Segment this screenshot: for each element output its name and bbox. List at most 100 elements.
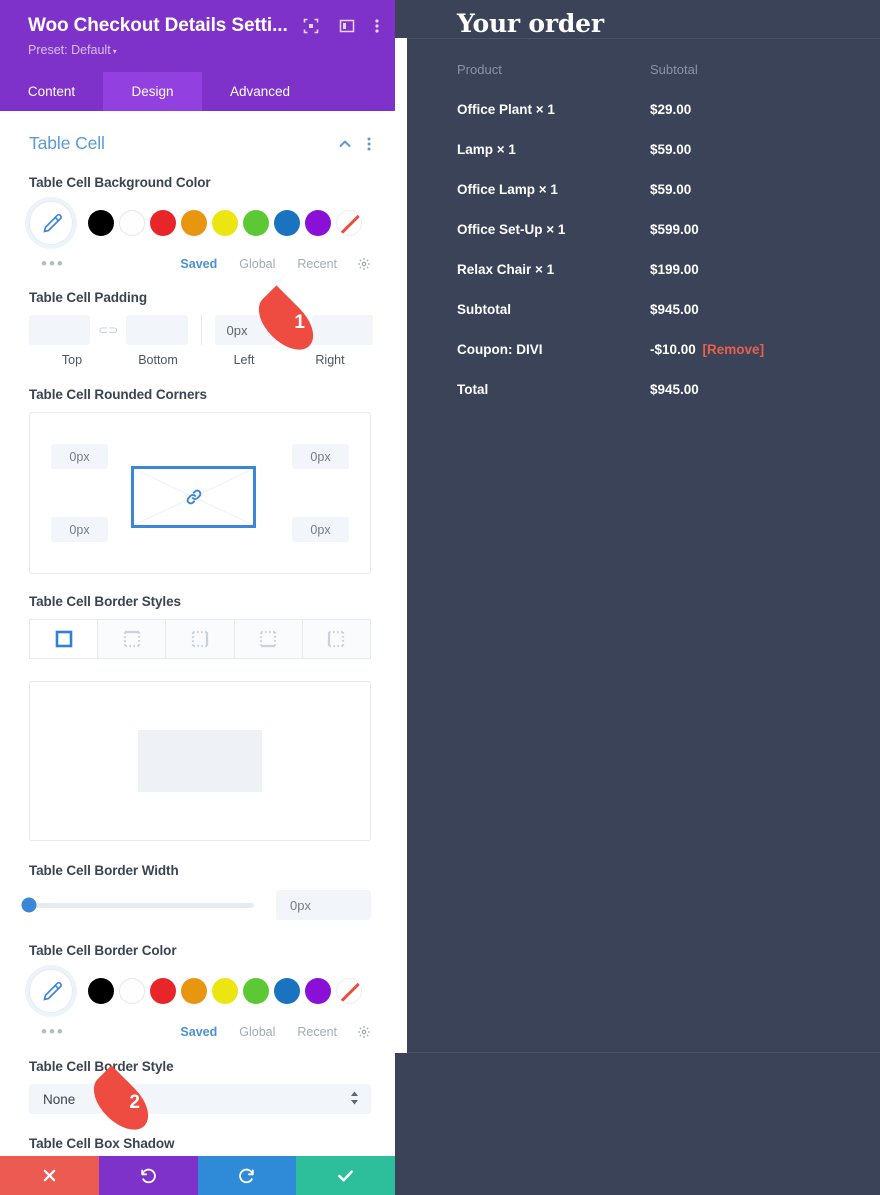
order-row-amount-value: $59.00 bbox=[650, 142, 692, 157]
padding-left-label: Left bbox=[233, 353, 255, 367]
swatch-blue[interactable] bbox=[274, 210, 300, 236]
color-tab-recent[interactable]: Recent bbox=[297, 1025, 337, 1039]
order-row-product: Lamp × 1 bbox=[457, 142, 516, 157]
padding-top-field[interactable] bbox=[29, 315, 91, 345]
close-button[interactable] bbox=[0, 1156, 99, 1195]
link-icon[interactable]: ⊂⊃ bbox=[90, 323, 126, 337]
color-tab-global[interactable]: Global bbox=[239, 257, 275, 271]
divider bbox=[200, 315, 202, 345]
swatch-white[interactable] bbox=[119, 210, 145, 236]
eyedropper-icon[interactable] bbox=[29, 201, 73, 245]
swatch-purple[interactable] bbox=[305, 978, 331, 1004]
swatch-green[interactable] bbox=[243, 210, 269, 236]
tab-content[interactable]: Content bbox=[0, 72, 103, 111]
swatch-transparent[interactable] bbox=[336, 978, 362, 1004]
header-product: Product bbox=[457, 62, 502, 77]
redo-button[interactable] bbox=[197, 1156, 297, 1195]
color-tab-saved[interactable]: Saved bbox=[180, 257, 217, 271]
border-style-bottom-side[interactable] bbox=[234, 619, 303, 659]
border-style-all-sides[interactable] bbox=[29, 619, 99, 659]
order-row-amount: $599.00 bbox=[650, 222, 699, 237]
corners-preview bbox=[131, 466, 256, 528]
swatch-yellow[interactable] bbox=[212, 978, 238, 1004]
border-style-select[interactable]: None bbox=[29, 1084, 371, 1114]
border-width-control: 0px bbox=[21, 890, 371, 920]
ellipsis-icon[interactable]: ••• bbox=[29, 255, 158, 272]
chevron-down-icon: ▾ bbox=[112, 47, 117, 56]
coupon-remove-link[interactable]: [Remove] bbox=[699, 342, 765, 357]
border-style-right-side[interactable] bbox=[166, 619, 235, 659]
swatch-white[interactable] bbox=[119, 978, 145, 1004]
padding-bottom-field[interactable] bbox=[126, 315, 188, 345]
color-tab-saved[interactable]: Saved bbox=[180, 1025, 217, 1039]
eyedropper-icon[interactable] bbox=[29, 969, 73, 1013]
order-row-amount-value: $29.00 bbox=[650, 102, 692, 117]
border-width-value[interactable]: 0px bbox=[276, 890, 371, 920]
background-color-swatches bbox=[29, 201, 371, 245]
save-button[interactable] bbox=[296, 1156, 395, 1195]
tab-design[interactable]: Design bbox=[103, 72, 202, 111]
color-tab-global[interactable]: Global bbox=[239, 1025, 275, 1039]
section-menu-vertical-dots-icon[interactable] bbox=[367, 136, 371, 152]
order-row-amount-value: $945.00 bbox=[650, 382, 699, 397]
order-row-product: Total bbox=[457, 382, 489, 397]
gear-icon[interactable] bbox=[357, 257, 371, 271]
order-row-product: Office Lamp × 1 bbox=[457, 182, 558, 197]
swatch-blue[interactable] bbox=[274, 978, 300, 1004]
vertical-dots-icon[interactable] bbox=[375, 18, 379, 34]
panel-layout-icon[interactable] bbox=[339, 18, 355, 34]
section-header-table-cell[interactable]: Table Cell bbox=[0, 111, 395, 154]
swatch-red[interactable] bbox=[150, 210, 176, 236]
section-title: Table Cell bbox=[29, 133, 105, 153]
order-row-amount-value: $59.00 bbox=[650, 182, 692, 197]
corner-bottom-right-field[interactable]: 0px bbox=[292, 517, 349, 542]
label-table-cell-border-width: Table Cell Border Width bbox=[29, 863, 179, 878]
label-table-cell-border-styles: Table Cell Border Styles bbox=[29, 594, 181, 609]
slider-handle[interactable] bbox=[21, 897, 37, 913]
order-row-amount: $59.00 bbox=[650, 142, 691, 157]
border-width-slider[interactable] bbox=[21, 897, 254, 913]
order-row-product: Office Plant × 1 bbox=[457, 102, 555, 117]
swatch-transparent[interactable] bbox=[336, 210, 362, 236]
link-icon[interactable] bbox=[184, 488, 203, 507]
order-row-amount: $945.00 bbox=[650, 382, 699, 397]
corner-top-right-field[interactable]: 0px bbox=[292, 444, 349, 469]
order-row-product: Office Set-Up × 1 bbox=[457, 222, 566, 237]
settings-action-bar bbox=[0, 1156, 395, 1195]
swatch-purple[interactable] bbox=[305, 210, 331, 236]
swatch-yellow[interactable] bbox=[212, 210, 238, 236]
chevron-up-icon[interactable] bbox=[337, 136, 353, 152]
border-style-top-side[interactable] bbox=[98, 619, 167, 659]
underlying-page-card bbox=[395, 38, 407, 1053]
swatch-black[interactable] bbox=[88, 978, 114, 1004]
preset-selector[interactable]: Preset: Default ▾ bbox=[28, 43, 379, 57]
order-row-product: Relax Chair × 1 bbox=[457, 262, 555, 277]
settings-tab-bar: Content Design Advanced bbox=[0, 72, 395, 111]
order-row: Coupon: DIVI -$10.00 [Remove] bbox=[457, 342, 857, 357]
swatch-green[interactable] bbox=[243, 978, 269, 1004]
ellipsis-icon[interactable]: ••• bbox=[29, 1023, 158, 1040]
order-row-amount-value: -$10.00 bbox=[650, 342, 696, 357]
border-style-left-side[interactable] bbox=[302, 619, 372, 659]
module-settings-panel: Woo Checkout Details Setti... Preset: De… bbox=[0, 0, 395, 1195]
order-row: Subtotal $945.00 bbox=[457, 302, 857, 317]
undo-button[interactable] bbox=[98, 1156, 198, 1195]
corner-top-left-field[interactable]: 0px bbox=[51, 444, 108, 469]
gear-icon[interactable] bbox=[357, 1025, 371, 1039]
swatch-orange[interactable] bbox=[181, 978, 207, 1004]
label-table-cell-padding: Table Cell Padding bbox=[29, 290, 147, 305]
swatch-red[interactable] bbox=[150, 978, 176, 1004]
padding-right-field[interactable] bbox=[311, 315, 374, 345]
select-arrows-icon bbox=[350, 1091, 359, 1107]
order-row: Lamp × 1 $59.00 bbox=[457, 142, 857, 157]
swatch-orange[interactable] bbox=[181, 210, 207, 236]
order-row: Office Set-Up × 1 $599.00 bbox=[457, 222, 857, 237]
corner-bottom-left-field[interactable]: 0px bbox=[51, 517, 108, 542]
expand-icon[interactable] bbox=[303, 18, 319, 34]
label-table-cell-rounded-corners: Table Cell Rounded Corners bbox=[29, 387, 207, 402]
swatch-black[interactable] bbox=[88, 210, 114, 236]
callout-number: 1 bbox=[294, 311, 305, 333]
tab-advanced[interactable]: Advanced bbox=[202, 72, 318, 111]
order-row: Relax Chair × 1 $199.00 bbox=[457, 262, 857, 277]
color-tab-recent[interactable]: Recent bbox=[297, 257, 337, 271]
